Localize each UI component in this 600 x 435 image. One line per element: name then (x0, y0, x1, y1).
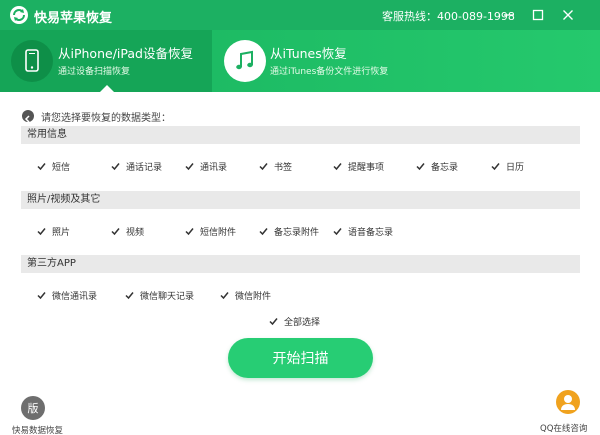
minimize-icon (504, 14, 514, 16)
phone-icon (11, 40, 53, 82)
tab-device-recovery[interactable]: 从iPhone/iPad设备恢复 通过设备扫描恢复 (0, 30, 212, 92)
checkbox-sms[interactable]: 短信 (36, 160, 70, 173)
checkbox-calendar[interactable]: 日历 (490, 160, 524, 173)
checkbox-reminders[interactable]: 提醒事项 (332, 160, 384, 173)
footer-right-label: QQ在线咨询 (540, 424, 588, 434)
checkbox-label: 备忘录 (431, 163, 459, 173)
qq-online-consult-link[interactable]: QQ在线咨询 (540, 388, 600, 435)
footer-left-label: 快易数据恢复 (12, 426, 64, 435)
select-all-label: 全部选择 (284, 318, 321, 328)
title-bar: 快易苹果恢复 客服热线：400-089-1998 (0, 0, 600, 30)
chevron-left-icon (24, 115, 30, 123)
minimize-button[interactable] (499, 5, 519, 25)
checkbox-videos[interactable]: 视频 (110, 225, 144, 238)
checkmark-icon (490, 161, 501, 172)
checkbox-wechat-contacts[interactable]: 微信通讯录 (36, 289, 97, 302)
checkbox-label: 备忘录附件 (274, 228, 320, 238)
checkmark-icon (258, 226, 269, 237)
checkbox-label: 书签 (274, 163, 293, 173)
back-button[interactable] (22, 110, 34, 123)
checkbox-label: 视频 (126, 228, 145, 238)
checkbox-label: 日历 (506, 163, 525, 173)
checkbox-label: 照片 (52, 228, 71, 238)
music-note-icon (224, 40, 266, 82)
checkbox-label: 微信通讯录 (52, 292, 98, 302)
checkmark-icon (268, 316, 279, 327)
checkmark-icon (36, 161, 47, 172)
checkbox-wechat-chats[interactable]: 微信聊天记录 (124, 289, 194, 302)
checkmark-icon (258, 161, 269, 172)
section-header-common: 常用信息 (21, 126, 580, 144)
recovery-mode-tabs: 从iPhone/iPad设备恢复 通过设备扫描恢复 从iTunes恢复 通过iT… (0, 30, 600, 92)
tab-itunes-recovery[interactable]: 从iTunes恢复 通过iTunes备份文件进行恢复 (212, 30, 600, 92)
checkbox-label: 短信 (52, 163, 71, 173)
checkmark-icon (36, 226, 47, 237)
checkmark-icon (184, 226, 195, 237)
version-icon: 版 (21, 396, 45, 420)
tab-itunes-title: 从iTunes恢复 (270, 46, 347, 61)
checkmark-icon (184, 161, 195, 172)
checkmark-icon (110, 161, 121, 172)
checkmark-icon (110, 226, 121, 237)
checkbox-label: 语音备忘录 (348, 228, 394, 238)
checkbox-label: 提醒事项 (348, 163, 385, 173)
tab-device-subtitle: 通过设备扫描恢复 (58, 67, 131, 77)
kuaiyi-data-recovery-link[interactable]: 版 快易数据恢复 (10, 390, 70, 435)
checkmark-icon (219, 290, 230, 301)
checkbox-call-log[interactable]: 通话记录 (110, 160, 162, 173)
tab-itunes-subtitle: 通过iTunes备份文件进行恢复 (270, 67, 389, 77)
checkmark-icon (415, 161, 426, 172)
app-title: 快易苹果恢复 (34, 11, 113, 26)
data-type-prompt: 请您选择要恢复的数据类型： (41, 113, 171, 124)
maximize-button[interactable] (528, 5, 548, 25)
active-tab-indicator (100, 85, 114, 92)
close-icon (563, 10, 573, 20)
checkbox-sms-attachments[interactable]: 短信附件 (184, 225, 236, 238)
checkmark-icon (124, 290, 135, 301)
checkmark-icon (36, 290, 47, 301)
checkbox-label: 通讯录 (200, 163, 228, 173)
close-button[interactable] (558, 5, 578, 25)
checkmark-icon (332, 161, 343, 172)
customer-hotline: 客服热线：400-089-1998 (382, 10, 515, 23)
checkbox-photos[interactable]: 照片 (36, 225, 70, 238)
start-scan-button[interactable]: 开始扫描 (228, 338, 373, 378)
checkbox-notes-attachments[interactable]: 备忘录附件 (258, 225, 319, 238)
checkbox-select-all[interactable]: 全部选择 (268, 315, 320, 328)
checkmark-icon (332, 226, 343, 237)
checkbox-label: 通话记录 (126, 163, 163, 173)
app-logo-icon (10, 6, 28, 24)
checkbox-voice-memos[interactable]: 语音备忘录 (332, 225, 393, 238)
section-header-third-party: 第三方APP (21, 255, 580, 273)
checkbox-label: 短信附件 (200, 228, 237, 238)
checkbox-label: 微信附件 (235, 292, 272, 302)
tab-device-title: 从iPhone/iPad设备恢复 (58, 46, 193, 61)
qq-support-icon (556, 390, 580, 414)
checkbox-label: 微信聊天记录 (140, 292, 195, 302)
checkbox-contacts[interactable]: 通讯录 (184, 160, 227, 173)
checkbox-wechat-attachments[interactable]: 微信附件 (219, 289, 271, 302)
maximize-icon (532, 9, 544, 21)
checkbox-bookmarks[interactable]: 书签 (258, 160, 292, 173)
checkbox-notes[interactable]: 备忘录 (415, 160, 458, 173)
section-header-media: 照片/视频及其它 (21, 191, 580, 209)
